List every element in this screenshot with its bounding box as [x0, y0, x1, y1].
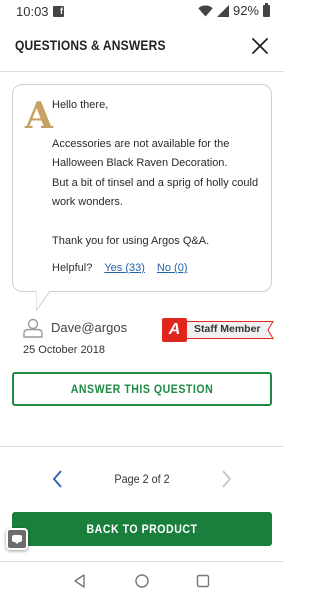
next-page-button[interactable] — [216, 468, 236, 490]
answer-text: Hello there, Accessories are not availab… — [52, 99, 259, 247]
signal-icon — [216, 4, 229, 17]
answer-card-tail — [36, 291, 51, 311]
header: QUESTIONS & ANSWERS — [0, 24, 284, 72]
battery-percent: 92% — [232, 3, 259, 18]
status-time: 10:03 — [16, 4, 49, 19]
answer-this-question-button[interactable]: ANSWER THIS QUESTION — [12, 372, 272, 406]
back-to-product-button[interactable]: BACK TO PRODUCT — [12, 512, 272, 546]
close-button[interactable] — [248, 34, 272, 58]
answer-date: 25 October 2018 — [23, 344, 105, 356]
answer-author: Dave@argos — [51, 320, 128, 335]
battery-icon — [263, 2, 270, 17]
status-bar: 10:03 f 92% — [0, 0, 284, 24]
helpful-no-link[interactable]: No (0) — [157, 262, 188, 274]
helpful-label: Helpful? — [52, 262, 93, 274]
status-indicators: 92% — [198, 2, 270, 18]
staff-badge-label: Staff Member — [194, 323, 261, 335]
nav-back-icon[interactable] — [72, 573, 88, 589]
helpful-yes-link[interactable]: Yes (33) — [104, 262, 145, 274]
user-avatar-icon — [23, 318, 43, 338]
nav-recents-icon[interactable] — [196, 574, 210, 588]
staff-member-badge: A Staff Member — [162, 318, 274, 342]
answer-badge: A — [25, 95, 53, 137]
chat-icon[interactable] — [6, 528, 28, 550]
helpful-row: Helpful? Yes (33) No (0) — [52, 262, 187, 274]
argos-logo-icon: A — [162, 318, 187, 342]
answer-this-question-label: ANSWER THIS QUESTION — [70, 382, 214, 396]
back-to-product-label: BACK TO PRODUCT — [86, 522, 198, 536]
facebook-icon: f — [53, 6, 64, 17]
divider — [0, 446, 284, 447]
nav-home-icon[interactable] — [134, 573, 150, 589]
system-nav-bar — [0, 562, 284, 600]
page-title: QUESTIONS & ANSWERS — [15, 37, 166, 53]
close-icon — [252, 38, 268, 54]
chevron-right-icon — [222, 470, 232, 488]
wifi-icon — [198, 5, 213, 16]
